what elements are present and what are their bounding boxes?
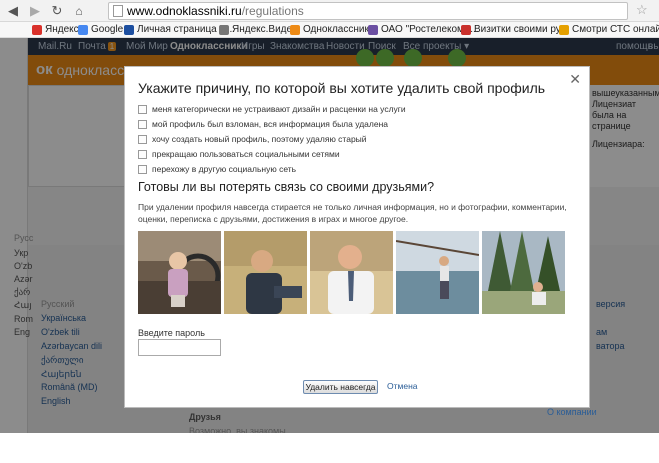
friend-photo-image [310,231,393,314]
page-icon [368,25,378,35]
letter-a-icon [124,25,134,35]
friend-photo-image [138,231,221,314]
odnoklassniki-icon [290,25,300,35]
reason-checkbox[interactable] [138,119,147,129]
url-host: www.odnoklassniki.ru [127,4,242,18]
friend-photo-image [482,231,565,314]
dialog-title: Укажите причину, по которой вы хотите уд… [138,80,546,96]
password-label: Введите пароль [138,328,205,338]
bookmark-odnoklassniki[interactable]: Одноклассники [290,23,374,37]
reason-option[interactable]: прекращаю пользоваться социальными сетям… [138,149,340,159]
reason-checkbox[interactable] [138,134,147,144]
friend-photo-image [224,231,307,314]
bookmark-yandex-video[interactable]: Яндекс.Видео [219,23,298,37]
delete-profile-dialog: ✕ Укажите причину, по которой вы хотите … [124,66,590,408]
footer-friends[interactable]: Друзья [189,411,221,423]
tv-icon [559,25,569,35]
friends-description: При удалении профиля навсегда стирается … [138,202,567,224]
arrow-right-icon[interactable]: ▶ [26,2,44,20]
reason-option[interactable]: перехожу в другую социальную сеть [138,164,296,174]
yandex-icon [32,25,42,35]
bottom-blank [0,433,659,463]
google-icon [78,25,88,35]
address-bar[interactable]: www.odnoklassniki.ru/regulations [108,2,628,20]
password-input[interactable] [138,339,221,356]
delete-forever-button[interactable]: Удалить навсегда [303,380,378,394]
friend-photo[interactable] [224,231,307,314]
bookmarks-bar: Яндекс Google Личная страница Н... Яндек… [0,22,659,38]
arrow-left-icon[interactable]: ◀ [4,2,22,20]
close-icon[interactable]: ✕ [569,71,581,88]
bookmark-sts[interactable]: Смотри СТС онлайн... [559,23,659,37]
page-icon [113,5,123,17]
friends-heading: Готовы ли вы потерять связь со своими др… [138,180,435,194]
reload-icon[interactable]: ↻ [48,2,66,20]
friend-photo-image [396,231,479,314]
bookmark-google[interactable]: Google [78,23,123,37]
friend-photo[interactable] [310,231,393,314]
friend-photo[interactable] [482,231,565,314]
bookmark-yandex[interactable]: Яндекс [32,23,79,37]
url-path: /regulations [241,4,304,18]
reason-option[interactable]: меня категорически не устраивают дизайн … [138,104,406,114]
bookmark-star-icon[interactable]: ☆ [636,2,648,18]
home-icon[interactable]: ⌂ [70,2,88,20]
reason-checkbox[interactable] [138,104,147,114]
friend-photo[interactable] [138,231,221,314]
reason-option[interactable]: мой профиль был взломан, вся информация … [138,119,388,129]
card-icon [461,25,471,35]
browser-toolbar: ◀ ▶ ↻ ⌂ www.odnoklassniki.ru/regulations… [0,0,659,22]
friend-photo[interactable] [396,231,479,314]
reason-checkbox[interactable] [138,149,147,159]
bookmark-vizitki[interactable]: Визитки своими ру... [461,23,568,37]
video-icon [219,25,229,35]
cancel-link[interactable]: Отмена [387,381,418,391]
reason-checkbox[interactable] [138,164,147,174]
reason-option[interactable]: хочу создать новый профиль, поэтому удал… [138,134,367,144]
